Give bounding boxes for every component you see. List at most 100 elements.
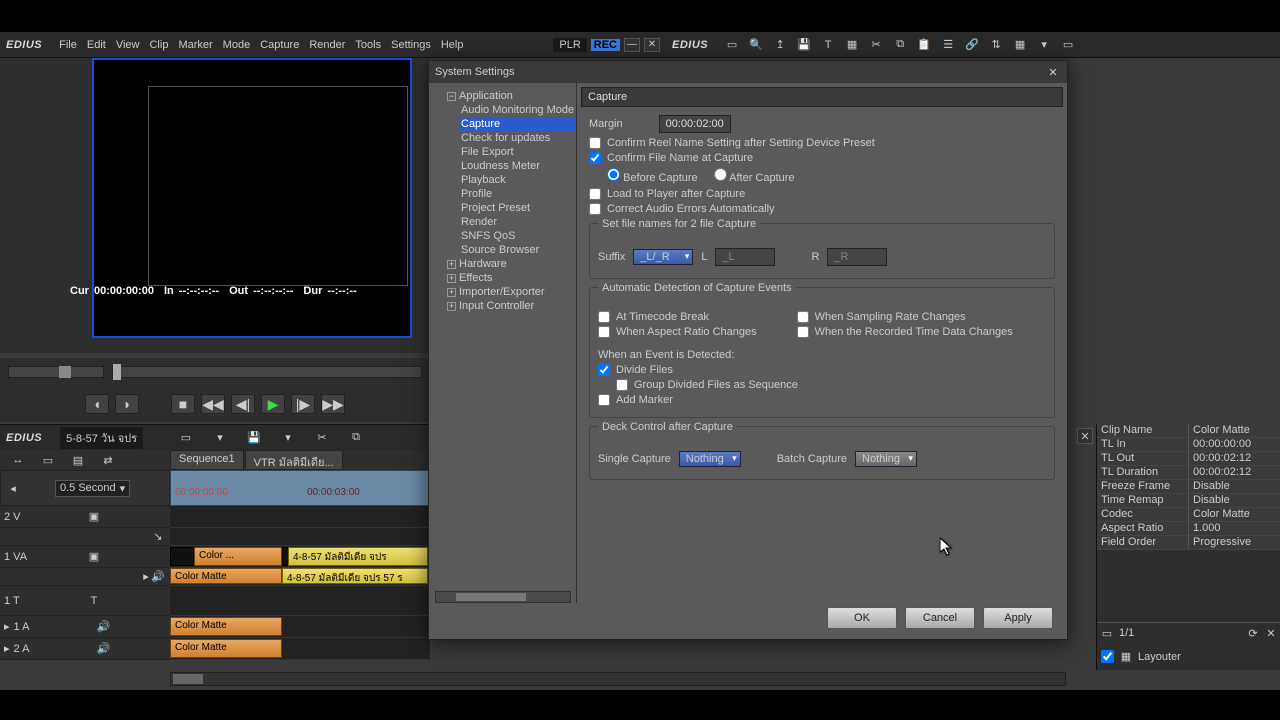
mode-rec[interactable]: REC [591, 39, 620, 51]
bin-icon[interactable]: ▭ [1059, 36, 1077, 54]
track-1a[interactable]: ▸1 A🔊 [0, 616, 170, 638]
l-field[interactable]: _L [715, 248, 775, 266]
folder-icon[interactable]: ▭ [723, 36, 741, 54]
dropdown-icon[interactable]: ▾ [1035, 36, 1053, 54]
tree-item-render[interactable]: Render [459, 215, 576, 229]
menu-marker[interactable]: Marker [178, 39, 212, 51]
tree-item-file-export[interactable]: File Export [459, 145, 576, 159]
mode-b-icon[interactable]: ▭ [39, 451, 57, 469]
single-capture-dropdown[interactable]: Nothing [679, 451, 741, 467]
tree-item-profile[interactable]: Profile [459, 187, 576, 201]
scrub-bar[interactable] [0, 358, 430, 386]
close-button[interactable]: ✕ [644, 38, 660, 52]
menu-settings[interactable]: Settings [391, 39, 431, 51]
tl-copy-icon[interactable]: ⧉ [347, 428, 365, 446]
timeline-hscroll[interactable] [170, 672, 1066, 686]
tl-save-dd-icon[interactable]: ▾ [279, 428, 297, 446]
tab-vtr[interactable]: VTR มัลติมีเดีย... [245, 450, 343, 470]
minimize-button[interactable]: — [624, 38, 640, 52]
menu-tools[interactable]: Tools [355, 39, 381, 51]
clip-yellow2[interactable]: 4-8-57 มัลติมีเดีย จปร 57 ร [282, 568, 428, 584]
tree-application[interactable]: −Application [445, 89, 576, 103]
clip-yellow1[interactable]: 4-8-57 มัลติมีเดีย จปร [288, 547, 428, 566]
suffix-dropdown[interactable]: _L/_R [633, 249, 693, 265]
after-capture-radio[interactable]: After Capture [714, 168, 795, 184]
tree-item-loudness-meter[interactable]: Loudness Meter [459, 159, 576, 173]
panel-close-button[interactable]: ✕ [1077, 428, 1093, 444]
collapse-icon[interactable]: ◂ [4, 479, 22, 497]
batch-capture-dropdown[interactable]: Nothing [855, 451, 917, 467]
ok-button[interactable]: OK [827, 607, 897, 629]
mode-c-icon[interactable]: ▤ [69, 451, 87, 469]
dialog-close-button[interactable]: ✕ [1045, 64, 1061, 80]
correct-audio-checkbox[interactable]: Correct Audio Errors Automatically [589, 203, 1055, 215]
speaker-icon[interactable]: 🔊 [98, 621, 110, 633]
view-icon[interactable]: ▦ [1011, 36, 1029, 54]
addmarker-checkbox[interactable]: Add Marker [598, 394, 1046, 406]
menu-file[interactable]: File [59, 39, 77, 51]
set-in-button[interactable]: ◖ [85, 394, 109, 414]
tab-sequence1[interactable]: Sequence1 [170, 450, 244, 470]
at-timecode-checkbox[interactable]: At Timecode Break [598, 311, 757, 323]
stop-button[interactable]: ■ [171, 394, 195, 414]
track-2v[interactable]: 2 V▣ [0, 506, 170, 528]
tree-item-audio-monitoring-mode[interactable]: Audio Monitoring Mode [459, 103, 576, 117]
cut-icon[interactable]: ✂ [867, 36, 885, 54]
track-1va[interactable]: 1 VA▣ [0, 546, 170, 568]
zoom-selector[interactable]: 0.5 Second ▾ [55, 480, 130, 497]
prev-frame-button[interactable]: ◀| [231, 394, 255, 414]
mode-plr[interactable]: PLR [553, 38, 586, 52]
apply-button[interactable]: Apply [983, 607, 1053, 629]
margin-field[interactable]: 00:00:02:00 [659, 115, 731, 133]
aspect-checkbox[interactable]: When Aspect Ratio Changes [598, 326, 757, 338]
group-checkbox[interactable]: Group Divided Files as Sequence [616, 379, 1046, 391]
divide-checkbox[interactable]: Divide Files [598, 364, 1046, 376]
tl-new-icon[interactable]: ▭ [177, 428, 195, 446]
track-1t[interactable]: 1 TT [0, 586, 170, 616]
clip-icon[interactable]: ▦ [843, 36, 861, 54]
tree-hscroll[interactable] [435, 591, 571, 603]
cancel-button[interactable]: Cancel [905, 607, 975, 629]
timeline-ruler[interactable]: 00:00:00:00 00:00:03:00 [170, 470, 430, 506]
tree-item-source-browser[interactable]: Source Browser [459, 243, 576, 257]
tree-input[interactable]: +Input Controller [445, 299, 576, 313]
mode-a-icon[interactable]: ↔ [9, 451, 27, 469]
project-name[interactable]: 5-8-57 วัน จปร [60, 427, 143, 449]
load-player-checkbox[interactable]: Load to Player after Capture [589, 188, 1055, 200]
link-icon[interactable]: 🔗 [963, 36, 981, 54]
tree-item-capture[interactable]: Capture [459, 117, 576, 131]
mode-d-icon[interactable]: ⇄ [99, 451, 117, 469]
layouter-checkbox[interactable] [1101, 650, 1114, 663]
menu-clip[interactable]: Clip [149, 39, 168, 51]
clip-color-short[interactable]: Color ... [194, 547, 282, 566]
panel-x-icon[interactable]: ✕ [1265, 627, 1277, 639]
tl-open-icon[interactable]: ▾ [211, 428, 229, 446]
patch-icon[interactable]: ↘ [152, 531, 164, 543]
tree-item-project-preset[interactable]: Project Preset [459, 201, 576, 215]
tree-item-snfs-qos[interactable]: SNFS QoS [459, 229, 576, 243]
clip-color-matte-va[interactable]: Color Matte [170, 568, 282, 584]
sampling-checkbox[interactable]: When Sampling Rate Changes [797, 311, 1013, 323]
clip-color-matte-1a[interactable]: Color Matte [170, 617, 282, 636]
menu-edit[interactable]: Edit [87, 39, 106, 51]
next-frame-button[interactable]: |▶ [291, 394, 315, 414]
props-icon[interactable]: ☰ [939, 36, 957, 54]
rewind-button[interactable]: ◀◀ [201, 394, 225, 414]
paste-icon[interactable]: 📋 [915, 36, 933, 54]
tl-save-icon[interactable]: 💾 [245, 428, 263, 446]
tree-item-playback[interactable]: Playback [459, 173, 576, 187]
tree-importer[interactable]: +Importer/Exporter [445, 285, 576, 299]
text-icon[interactable]: T [819, 36, 837, 54]
rectime-checkbox[interactable]: When the Recorded Time Data Changes [797, 326, 1013, 338]
menu-mode[interactable]: Mode [223, 39, 251, 51]
refresh-icon[interactable]: ⟳ [1247, 627, 1259, 639]
menu-view[interactable]: View [116, 39, 140, 51]
search-icon[interactable]: 🔍 [747, 36, 765, 54]
menu-help[interactable]: Help [441, 39, 464, 51]
dialog-titlebar[interactable]: System Settings ✕ [429, 61, 1067, 83]
clip-color-matte-2a[interactable]: Color Matte [170, 639, 282, 658]
set-out-button[interactable]: ◗ [115, 394, 139, 414]
menu-render[interactable]: Render [309, 39, 345, 51]
speaker-icon[interactable]: 🔊 [152, 571, 164, 583]
tl-cut-icon[interactable]: ✂ [313, 428, 331, 446]
